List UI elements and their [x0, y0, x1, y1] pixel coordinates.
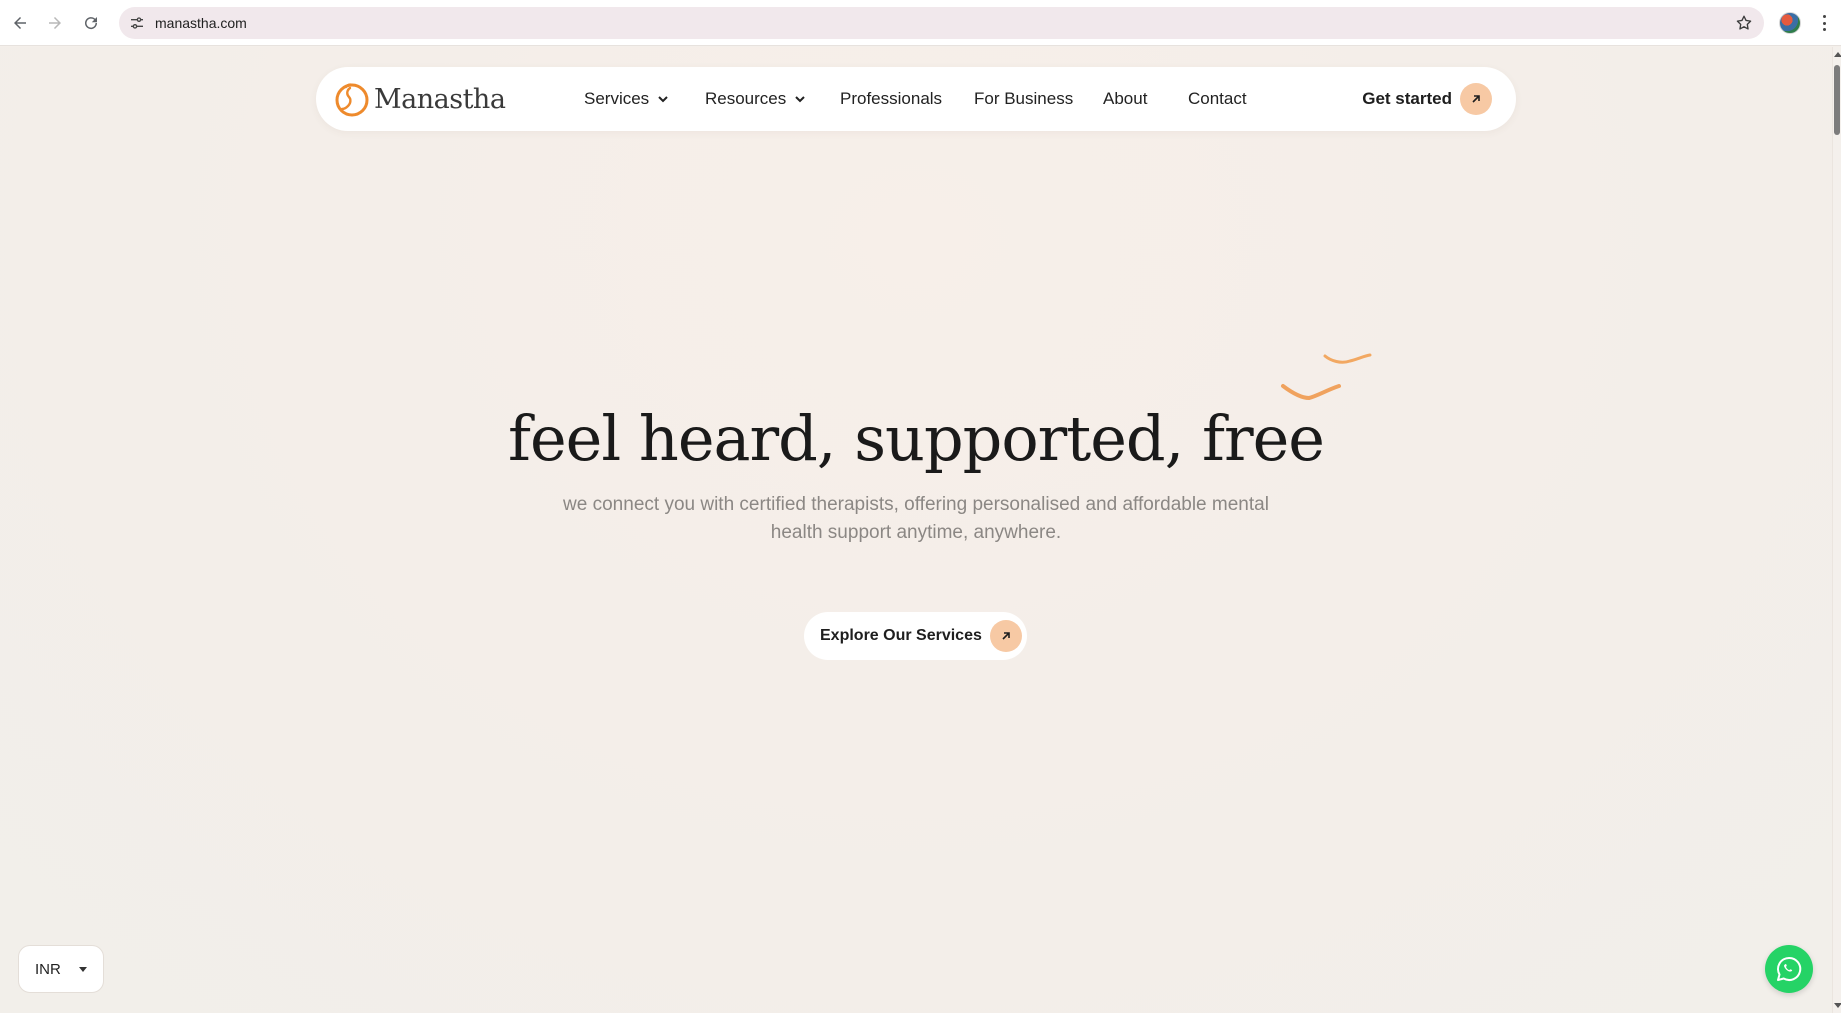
logo-mark-icon	[335, 83, 369, 117]
page-scrollbar[interactable]	[1832, 47, 1841, 1013]
nav-contact[interactable]: Contact	[1188, 67, 1247, 131]
logo-text: Manastha	[374, 83, 506, 115]
hero-subtitle: we connect you with certified therapists…	[520, 491, 1312, 547]
caret-down-icon	[79, 967, 87, 972]
site-settings-icon[interactable]	[128, 14, 146, 32]
reload-icon[interactable]	[79, 11, 103, 35]
arrow-up-right-icon	[989, 620, 1022, 652]
back-icon[interactable]	[8, 11, 32, 35]
nav-resources[interactable]: Resources	[705, 67, 806, 131]
whatsapp-chat-button[interactable]	[1765, 945, 1813, 993]
address-bar[interactable]: manastha.com	[119, 7, 1764, 39]
browser-toolbar: manastha.com	[0, 0, 1841, 46]
arrow-up-right-icon	[1460, 83, 1492, 115]
page-content: Manastha Services Resources Professional…	[0, 47, 1832, 1013]
nav-professionals[interactable]: Professionals	[840, 67, 942, 131]
nav-professionals-label: Professionals	[840, 89, 943, 108]
nav-for-business[interactable]: For Business	[974, 67, 1073, 131]
forward-icon[interactable]	[43, 11, 67, 35]
nav-about[interactable]: About	[1103, 67, 1147, 131]
more-menu-icon[interactable]	[1818, 12, 1830, 34]
get-started-button[interactable]: Get started	[1362, 81, 1492, 117]
hero-subtitle-line1: we connect you with certified therapists…	[563, 494, 1269, 515]
whatsapp-icon	[1777, 956, 1802, 981]
scrollbar-thumb[interactable]	[1834, 65, 1840, 135]
site-header: Manastha Services Resources Professional…	[316, 67, 1516, 131]
nav-services-label: Services	[584, 89, 650, 108]
explore-services-label: Explore Our Services	[820, 627, 982, 644]
nav-services[interactable]: Services	[584, 67, 669, 131]
logo[interactable]: Manastha	[332, 79, 506, 119]
hero-subtitle-line2: health support anytime, anywhere.	[770, 522, 1062, 543]
profile-avatar[interactable]	[1779, 12, 1801, 34]
nav-for-business-label: For Business	[974, 89, 1074, 108]
currency-value: INR	[35, 960, 61, 978]
explore-services-button[interactable]: Explore Our Services	[804, 612, 1027, 660]
nav-resources-label: Resources	[705, 89, 787, 108]
currency-select[interactable]: INR	[18, 945, 104, 993]
scroll-down-icon[interactable]	[1834, 1003, 1841, 1008]
url-text[interactable]: manastha.com	[155, 15, 247, 31]
bookmark-star-icon[interactable]	[1734, 13, 1754, 33]
scroll-up-icon[interactable]	[1834, 52, 1841, 57]
nav-about-label: About	[1103, 89, 1148, 108]
chevron-down-icon	[794, 93, 806, 105]
hero-title: feel heard, supported, free	[508, 402, 1325, 475]
get-started-label: Get started	[1362, 89, 1452, 108]
chevron-down-icon	[657, 93, 669, 105]
nav-contact-label: Contact	[1188, 89, 1247, 108]
